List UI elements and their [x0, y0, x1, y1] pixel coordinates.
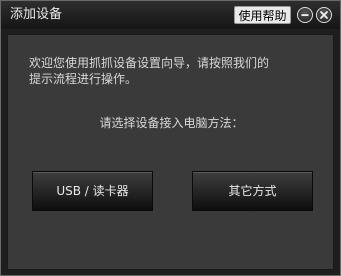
intro-text: 欢迎您使用抓抓设备设置向导，请按照我们的 提示流程进行操作。	[29, 56, 270, 86]
minimize-icon	[301, 14, 309, 16]
add-device-dialog: 添加设备 使用帮助 欢迎您使用抓抓设备设置向导，请按照我们的 提示流程进行操作。…	[0, 0, 341, 276]
other-method-button[interactable]: 其它方式	[192, 171, 313, 211]
connection-method-prompt: 请选择设备接入电脑方法：	[99, 116, 244, 130]
usb-card-reader-button[interactable]: USB / 读卡器	[32, 171, 153, 211]
dialog-title: 添加设备	[10, 7, 63, 22]
close-button[interactable]	[316, 7, 332, 23]
close-icon	[320, 11, 328, 19]
title-bar[interactable]: 添加设备 使用帮助	[1, 1, 340, 29]
content-panel: 欢迎您使用抓抓设备设置向导，请按照我们的 提示流程进行操作。 请选择设备接入电脑…	[7, 34, 334, 270]
minimize-button[interactable]	[297, 7, 313, 23]
help-button[interactable]: 使用帮助	[234, 6, 291, 24]
